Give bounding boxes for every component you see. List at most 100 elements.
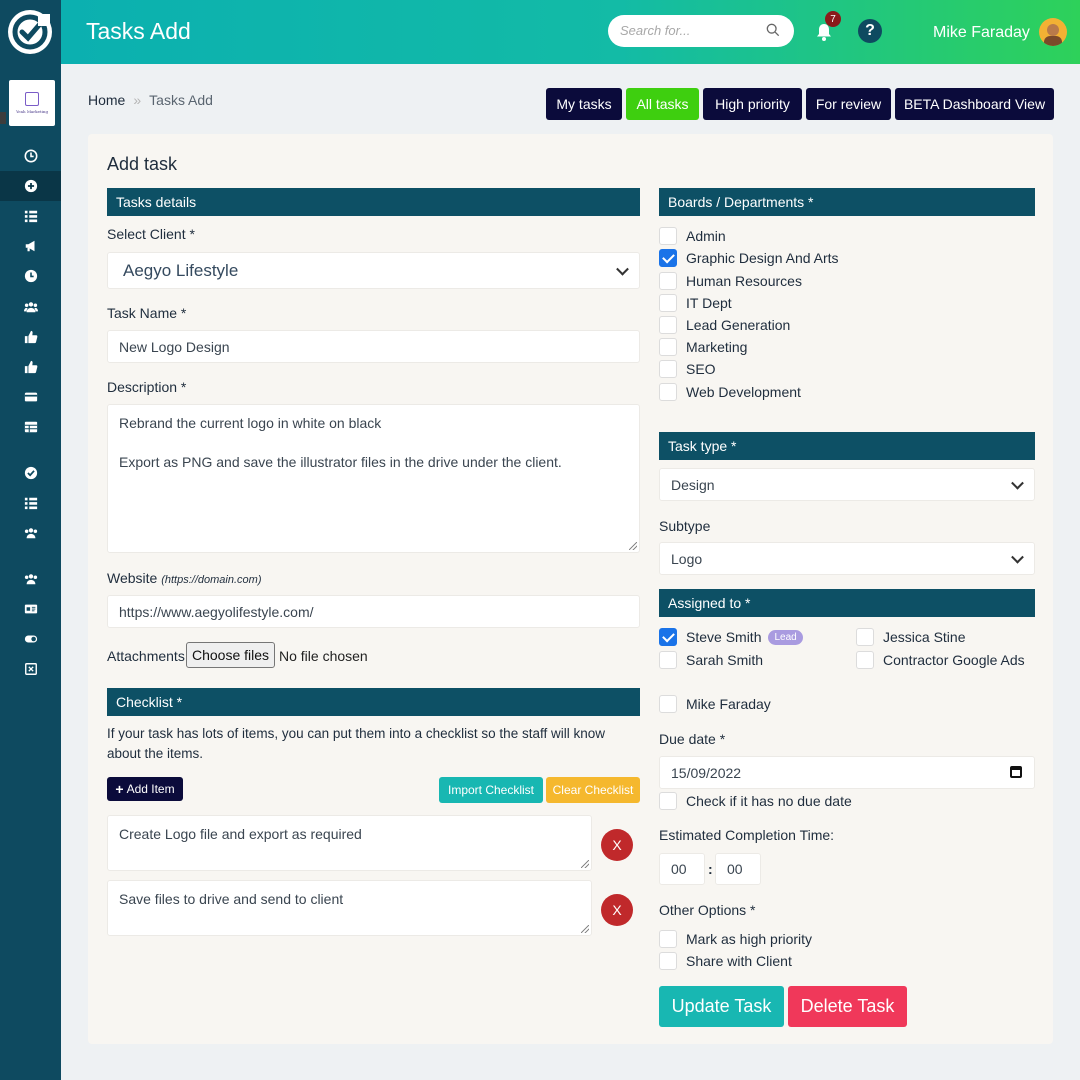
assignee-jessica-stine[interactable]: Jessica Stine — [856, 628, 965, 646]
board-option-web-development[interactable]: Web Development — [659, 383, 801, 401]
checkbox[interactable] — [659, 227, 677, 245]
sidebar-item-billing[interactable] — [0, 384, 61, 410]
sidebar-item-task-list[interactable] — [0, 203, 61, 229]
checkbox[interactable] — [659, 930, 677, 948]
beta-dashboard-button[interactable]: BETA Dashboard View — [895, 88, 1054, 120]
import-checklist-button[interactable]: Import Checklist — [439, 777, 543, 803]
sidebar-item-reviews[interactable] — [0, 354, 61, 380]
estimated-hours-input[interactable]: 00 — [659, 853, 705, 885]
board-option-human-resources[interactable]: Human Resources — [659, 272, 802, 290]
remove-checklist-item-button[interactable]: X — [601, 894, 633, 926]
sidebar-collapse-handle[interactable] — [0, 112, 6, 124]
checkbox[interactable] — [659, 695, 677, 713]
choose-files-button[interactable]: Choose files — [186, 642, 275, 668]
user-name[interactable]: Mike Faraday — [933, 24, 1030, 42]
task-name-value: New Logo Design — [119, 338, 230, 355]
sidebar-item-clients[interactable] — [0, 566, 61, 592]
checkbox-checked[interactable] — [659, 249, 677, 267]
client-select[interactable]: Aegyo Lifestyle — [107, 252, 640, 289]
checkbox[interactable] — [659, 294, 677, 312]
board-label: Admin — [686, 228, 726, 244]
search-box[interactable] — [608, 15, 794, 47]
estimated-hours-value: 00 — [671, 861, 687, 877]
resize-handle-icon[interactable] — [581, 860, 589, 868]
company-logo-mark — [25, 92, 39, 106]
update-task-button[interactable]: Update Task — [659, 986, 784, 1027]
checkbox[interactable] — [659, 383, 677, 401]
sidebar-item-team[interactable] — [0, 294, 61, 320]
calendar-icon[interactable] — [1010, 766, 1022, 778]
sidebar-item-time[interactable] — [0, 263, 61, 289]
resize-handle-icon[interactable] — [629, 542, 637, 550]
description-textarea[interactable]: Rebrand the current logo in white on bla… — [107, 404, 640, 553]
toggle-icon — [24, 635, 37, 643]
board-option-seo[interactable]: SEO — [659, 360, 716, 378]
board-option-graphic-design[interactable]: Graphic Design And Arts — [659, 249, 839, 267]
checkbox[interactable] — [659, 952, 677, 970]
assignee-contractor-google-ads[interactable]: Contractor Google Ads — [856, 651, 1025, 669]
all-tasks-button[interactable]: All tasks — [626, 88, 699, 120]
assignee-sarah-smith[interactable]: Sarah Smith — [659, 651, 763, 669]
avatar[interactable] — [1039, 18, 1067, 46]
checkbox[interactable] — [856, 628, 874, 646]
checkbox[interactable] — [659, 651, 677, 669]
assignee-steve-smith[interactable]: Steve Smith Lead — [659, 628, 803, 646]
add-item-button[interactable]: + Add Item — [107, 777, 183, 801]
sidebar-item-reports[interactable] — [0, 414, 61, 440]
sidebar-item-logout[interactable] — [0, 656, 61, 682]
for-review-button[interactable]: For review — [806, 88, 891, 120]
company-logo[interactable]: Yeah Marketing — [9, 80, 55, 126]
sidebar-item-settings-toggle[interactable] — [0, 626, 61, 652]
checkbox[interactable] — [659, 360, 677, 378]
sidebar-item-completed[interactable] — [0, 460, 61, 486]
help-icon[interactable]: ? — [858, 19, 882, 43]
chevron-down-icon — [1011, 550, 1024, 564]
share-client-option[interactable]: Share with Client — [659, 952, 792, 970]
sidebar-item-lists[interactable] — [0, 490, 61, 516]
sidebar-item-contacts[interactable] — [0, 596, 61, 622]
board-option-lead-generation[interactable]: Lead Generation — [659, 316, 790, 334]
clear-checklist-button[interactable]: Clear Checklist — [546, 777, 640, 803]
credit-card-icon — [24, 392, 37, 402]
board-option-marketing[interactable]: Marketing — [659, 338, 747, 356]
breadcrumb: Home » Tasks Add — [88, 92, 213, 108]
sidebar-item-announcements[interactable] — [0, 233, 61, 259]
checkbox[interactable] — [659, 316, 677, 334]
breadcrumb-home[interactable]: Home — [88, 92, 125, 108]
search-input[interactable] — [620, 23, 760, 38]
clock-icon — [24, 149, 37, 163]
resize-handle-icon[interactable] — [581, 925, 589, 933]
board-option-it-dept[interactable]: IT Dept — [659, 294, 732, 312]
app-logo[interactable] — [8, 10, 52, 54]
board-option-admin[interactable]: Admin — [659, 227, 726, 245]
assignee-mike-faraday[interactable]: Mike Faraday — [659, 695, 771, 713]
checkbox-checked[interactable] — [659, 628, 677, 646]
checkbox[interactable] — [659, 272, 677, 290]
task-name-input[interactable]: New Logo Design — [107, 330, 640, 363]
estimated-minutes-input[interactable]: 00 — [715, 853, 761, 885]
plus-icon: + — [115, 781, 124, 797]
checkbox[interactable] — [659, 792, 677, 810]
checklist-item-text: Save files to drive and send to client — [119, 891, 344, 907]
checklist-item-1[interactable]: Create Logo file and export as required — [107, 815, 592, 871]
task-type-select[interactable]: Design — [659, 468, 1035, 501]
company-name: Yeah Marketing — [15, 109, 49, 114]
delete-task-button[interactable]: Delete Task — [788, 986, 907, 1027]
no-due-date-option[interactable]: Check if it has no due date — [659, 792, 852, 810]
sidebar-item-staff[interactable] — [0, 520, 61, 546]
website-input[interactable]: https://www.aegyolifestyle.com/ — [107, 595, 640, 628]
checkbox[interactable] — [856, 651, 874, 669]
due-date-input[interactable]: 15/09/2022 — [659, 756, 1035, 789]
checklist-item-2[interactable]: Save files to drive and send to client — [107, 880, 592, 936]
sidebar-item-add-task[interactable] — [0, 171, 61, 201]
checkbox[interactable] — [659, 338, 677, 356]
subtype-select[interactable]: Logo — [659, 542, 1035, 575]
close-square-icon — [24, 663, 37, 675]
high-priority-option[interactable]: Mark as high priority — [659, 930, 812, 948]
my-tasks-button[interactable]: My tasks — [546, 88, 622, 120]
sidebar-item-recent[interactable] — [0, 143, 61, 169]
high-priority-button[interactable]: High priority — [703, 88, 802, 120]
remove-checklist-item-button[interactable]: X — [601, 829, 633, 861]
search-icon[interactable] — [766, 23, 780, 37]
sidebar-item-approvals[interactable] — [0, 324, 61, 350]
